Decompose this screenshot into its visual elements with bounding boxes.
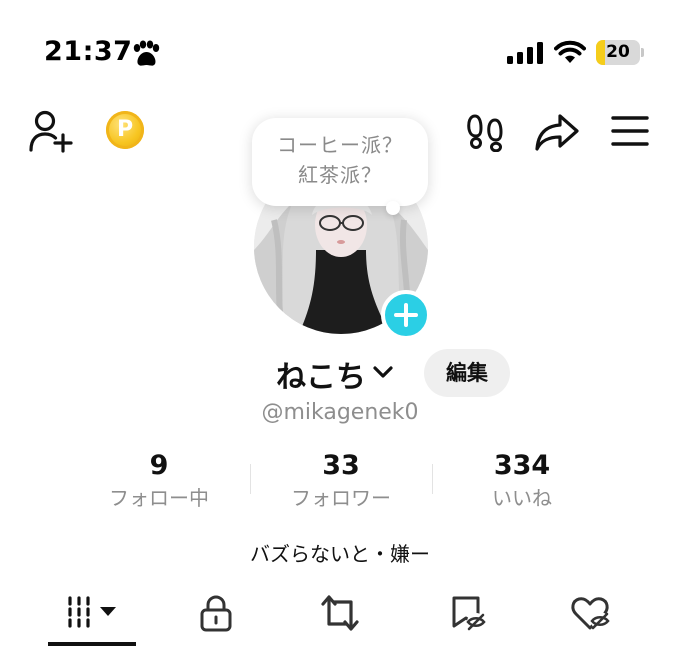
bubble-line-2: 紅茶派？ [298, 163, 382, 187]
videos-grid-icon [68, 596, 116, 628]
tab-videos[interactable] [26, 586, 162, 638]
tab-reposts[interactable] [272, 586, 408, 638]
bookmark-hidden-icon [452, 596, 486, 631]
battery-nub [641, 48, 644, 57]
likes-label: いいね [492, 486, 552, 510]
lock-icon [200, 595, 232, 632]
edit-profile-button[interactable]: 編集 [424, 349, 510, 397]
stat-followers[interactable]: 33 フォロワー [256, 450, 426, 512]
username[interactable]: ねこち [276, 352, 366, 396]
add-friend-icon[interactable] [28, 110, 74, 154]
add-avatar-button[interactable] [381, 290, 431, 340]
chevron-down-icon[interactable] [372, 364, 394, 380]
bubble-tail [386, 201, 400, 215]
followers-label: フォロワー [291, 486, 391, 510]
tab-liked[interactable] [522, 586, 658, 638]
tab-private[interactable] [148, 586, 284, 638]
coin-icon[interactable]: P [106, 111, 144, 149]
bubble-line-1: コーヒー派？ [277, 133, 403, 157]
cellular-signal-icon [507, 42, 543, 64]
paw-icon [133, 40, 160, 66]
footprint-icon[interactable] [466, 112, 506, 152]
battery-level: 20 [606, 42, 630, 62]
stat-divider [432, 464, 433, 494]
user-handle: @mikagenek0 [261, 400, 419, 425]
followers-count: 33 [322, 450, 360, 481]
active-tab-indicator [48, 642, 136, 646]
bio-text: バズらないと・嫌ー [250, 542, 430, 566]
wifi-icon [554, 40, 586, 63]
tab-favorites[interactable] [400, 586, 536, 638]
likes-count: 334 [493, 450, 551, 481]
status-bubble[interactable]: コーヒー派？ 紅茶派？ [252, 118, 428, 206]
status-time: 21:37 [44, 36, 133, 67]
plus-icon [394, 303, 418, 327]
share-icon[interactable] [534, 112, 580, 152]
following-label: フォロー中 [109, 486, 209, 510]
following-count: 9 [149, 450, 169, 481]
repost-icon [321, 595, 359, 631]
liked-hidden-icon [571, 597, 610, 630]
menu-icon[interactable] [610, 114, 650, 148]
stat-divider [250, 464, 251, 494]
stat-following[interactable]: 9 フォロー中 [74, 450, 244, 512]
stat-likes[interactable]: 334 いいね [437, 450, 607, 512]
battery-indicator: 20 [596, 40, 644, 65]
